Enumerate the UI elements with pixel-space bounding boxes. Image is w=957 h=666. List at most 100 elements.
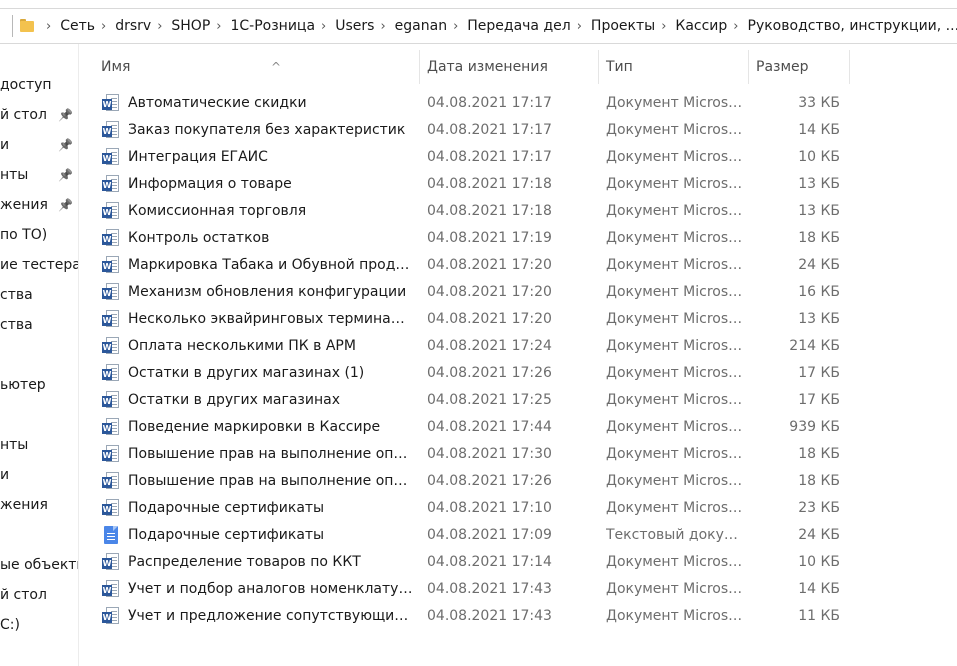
nav-item[interactable]: доступ [0,70,78,100]
file-type: Документ Microso... [606,230,746,246]
breadcrumb-separator-chevron-icon[interactable]: › [447,19,467,34]
file-row[interactable]: Подарочные сертификаты 04.08.2021 17:09 Те… [79,522,957,549]
file-row[interactable]: W Информация о товаре 04.08.2021 17:18 Доку… [79,171,957,198]
file-date-modified: 04.08.2021 17:30 [427,446,552,462]
nav-item-label: ьютер [0,377,46,393]
file-type: Документ Microso... [606,257,746,273]
nav-item[interactable]: ые объекты [0,550,78,580]
word-document-icon: W [102,391,120,410]
breadcrumb-separator-chevron-icon[interactable]: › [571,19,591,34]
breadcrumb-item[interactable]: eganan [395,18,447,34]
column-divider[interactable] [748,50,749,84]
file-row[interactable]: W Повышение прав на выполнение опе... 04.0… [79,441,957,468]
nav-item[interactable] [0,340,78,370]
file-type: Документ Microso... [606,419,746,435]
file-name: Учет и подбор аналогов номенклатуры [128,581,413,597]
word-document-icon: W [102,445,120,464]
file-row[interactable]: W Комиссионная торговля 04.08.2021 17:18 До… [79,198,957,225]
file-row[interactable]: W Остатки в других магазинах 04.08.2021 17… [79,387,957,414]
file-type: Документ Microso... [606,311,746,327]
file-name: Интеграция ЕГАИС [128,149,268,165]
file-row[interactable]: W Поведение маркировки в Кассире 04.08.202… [79,414,957,441]
file-row[interactable]: W Повышение прав на выполнение опе... 04.0… [79,468,957,495]
nav-item[interactable]: ьютер [0,370,78,400]
breadcrumb-separator-chevron-icon[interactable]: › [374,19,394,34]
column-divider[interactable] [598,50,599,84]
file-date-modified: 04.08.2021 17:18 [427,176,552,192]
file-size: 17 КБ [798,392,840,408]
nav-item[interactable]: нты 📌 [0,160,78,190]
file-name: Маркировка Табака и Обувной продук... [128,257,413,273]
column-divider[interactable] [419,50,420,84]
file-type: Документ Microso... [606,365,746,381]
file-name: Распределение товаров по ККТ [128,554,361,570]
nav-item[interactable]: й стол 📌 [0,100,78,130]
nav-item[interactable]: и 📌 [0,130,78,160]
navigation-pane[interactable]: доступ й стол 📌 и 📌 нты 📌 жения 📌 по ТО) ие тестер… [0,44,78,666]
nav-item[interactable]: ства [0,280,78,310]
breadcrumb-separator-chevron-icon[interactable]: › [315,19,335,34]
file-name: Оплата несколькими ПК в АРМ [128,338,356,354]
file-row[interactable]: W Учет и предложение сопутствующих то... 0… [79,603,957,630]
file-row[interactable]: W Оплата несколькими ПК в АРМ 04.08.2021 1… [79,333,957,360]
file-type: Документ Microso... [606,149,746,165]
file-row[interactable]: W Учет и подбор аналогов номенклатуры 04.0… [79,576,957,603]
file-size: 13 КБ [798,311,840,327]
nav-item[interactable]: по ТО) [0,220,78,250]
nav-item[interactable]: С:) [0,610,78,640]
nav-item[interactable] [0,400,78,430]
column-header-date[interactable]: Дата изменения [427,50,597,84]
breadcrumb-item[interactable]: Сеть [60,18,95,34]
file-type: Документ Microso... [606,500,746,516]
column-header-type-label: Тип [606,59,633,75]
nav-item-label: ства [0,287,33,303]
breadcrumb-separator-chevron-icon[interactable]: › [727,19,747,34]
file-date-modified: 04.08.2021 17:17 [427,95,552,111]
breadcrumb-item[interactable]: Передача дел [467,18,570,34]
file-row[interactable]: W Несколько эквайринговых терминалов 04.08… [79,306,957,333]
file-type: Документ Microso... [606,554,746,570]
nav-item[interactable]: жения 📌 [0,190,78,220]
column-divider[interactable] [849,50,850,84]
breadcrumb-separator-chevron-icon[interactable]: › [95,19,115,34]
file-row[interactable]: W Автоматические скидки 04.08.2021 17:17 До… [79,90,957,117]
column-header-name[interactable]: ^ Имя [101,50,419,84]
breadcrumb-item[interactable]: Users [335,18,374,34]
breadcrumb-separator-chevron-icon[interactable]: › [210,19,230,34]
column-header-type[interactable]: Тип [606,50,746,84]
file-row[interactable]: W Остатки в других магазинах (1) 04.08.202… [79,360,957,387]
breadcrumb-item[interactable]: Проекты [591,18,655,34]
breadcrumb-separator-chevron-icon[interactable]: › [151,19,171,34]
breadcrumb-item[interactable]: 1С-Розница [230,18,315,34]
breadcrumb-item[interactable]: drsrv [115,18,151,34]
file-row[interactable]: W Маркировка Табака и Обувной продук... 04… [79,252,957,279]
nav-item[interactable]: ие тестерам [0,250,78,280]
file-name: Механизм обновления конфигурации [128,284,407,300]
file-row[interactable]: W Заказ покупателя без характеристик 04.08… [79,117,957,144]
breadcrumb-item[interactable]: Кассир [675,18,727,34]
file-row[interactable]: W Контроль остатков 04.08.2021 17:19 Докуме… [79,225,957,252]
address-bar[interactable]: › Сеть › drsrv › SHOP › 1С-Розница › Users › eganan… [0,8,957,44]
file-date-modified: 04.08.2021 17:43 [427,608,552,624]
file-date-modified: 04.08.2021 17:24 [427,338,552,354]
nav-item-label: й стол [0,587,47,603]
file-size: 16 КБ [798,284,840,300]
pin-icon: 📌 [58,108,73,122]
breadcrumb-separator-chevron-icon[interactable]: › [655,19,675,34]
breadcrumb-separator-chevron-icon[interactable]: › [40,19,60,34]
file-row[interactable]: W Интеграция ЕГАИС 04.08.2021 17:17 Докумен… [79,144,957,171]
word-document-icon: W [102,499,120,518]
file-row[interactable]: W Механизм обновления конфигурации 04.08.2… [79,279,957,306]
breadcrumb-item[interactable]: SHOP [171,18,210,34]
column-header-size[interactable]: Размер [756,50,848,84]
file-row[interactable]: W Подарочные сертификаты 04.08.2021 17:10 Д… [79,495,957,522]
nav-item[interactable] [0,520,78,550]
file-date-modified: 04.08.2021 17:26 [427,365,552,381]
nav-item[interactable]: ства [0,310,78,340]
nav-item[interactable]: жения [0,490,78,520]
nav-item[interactable]: й стол [0,580,78,610]
file-row[interactable]: W Распределение товаров по ККТ 04.08.2021 … [79,549,957,576]
breadcrumb-item[interactable]: Руководство, инструкции, ... [748,18,957,34]
nav-item[interactable]: и [0,460,78,490]
nav-item[interactable]: нты [0,430,78,460]
